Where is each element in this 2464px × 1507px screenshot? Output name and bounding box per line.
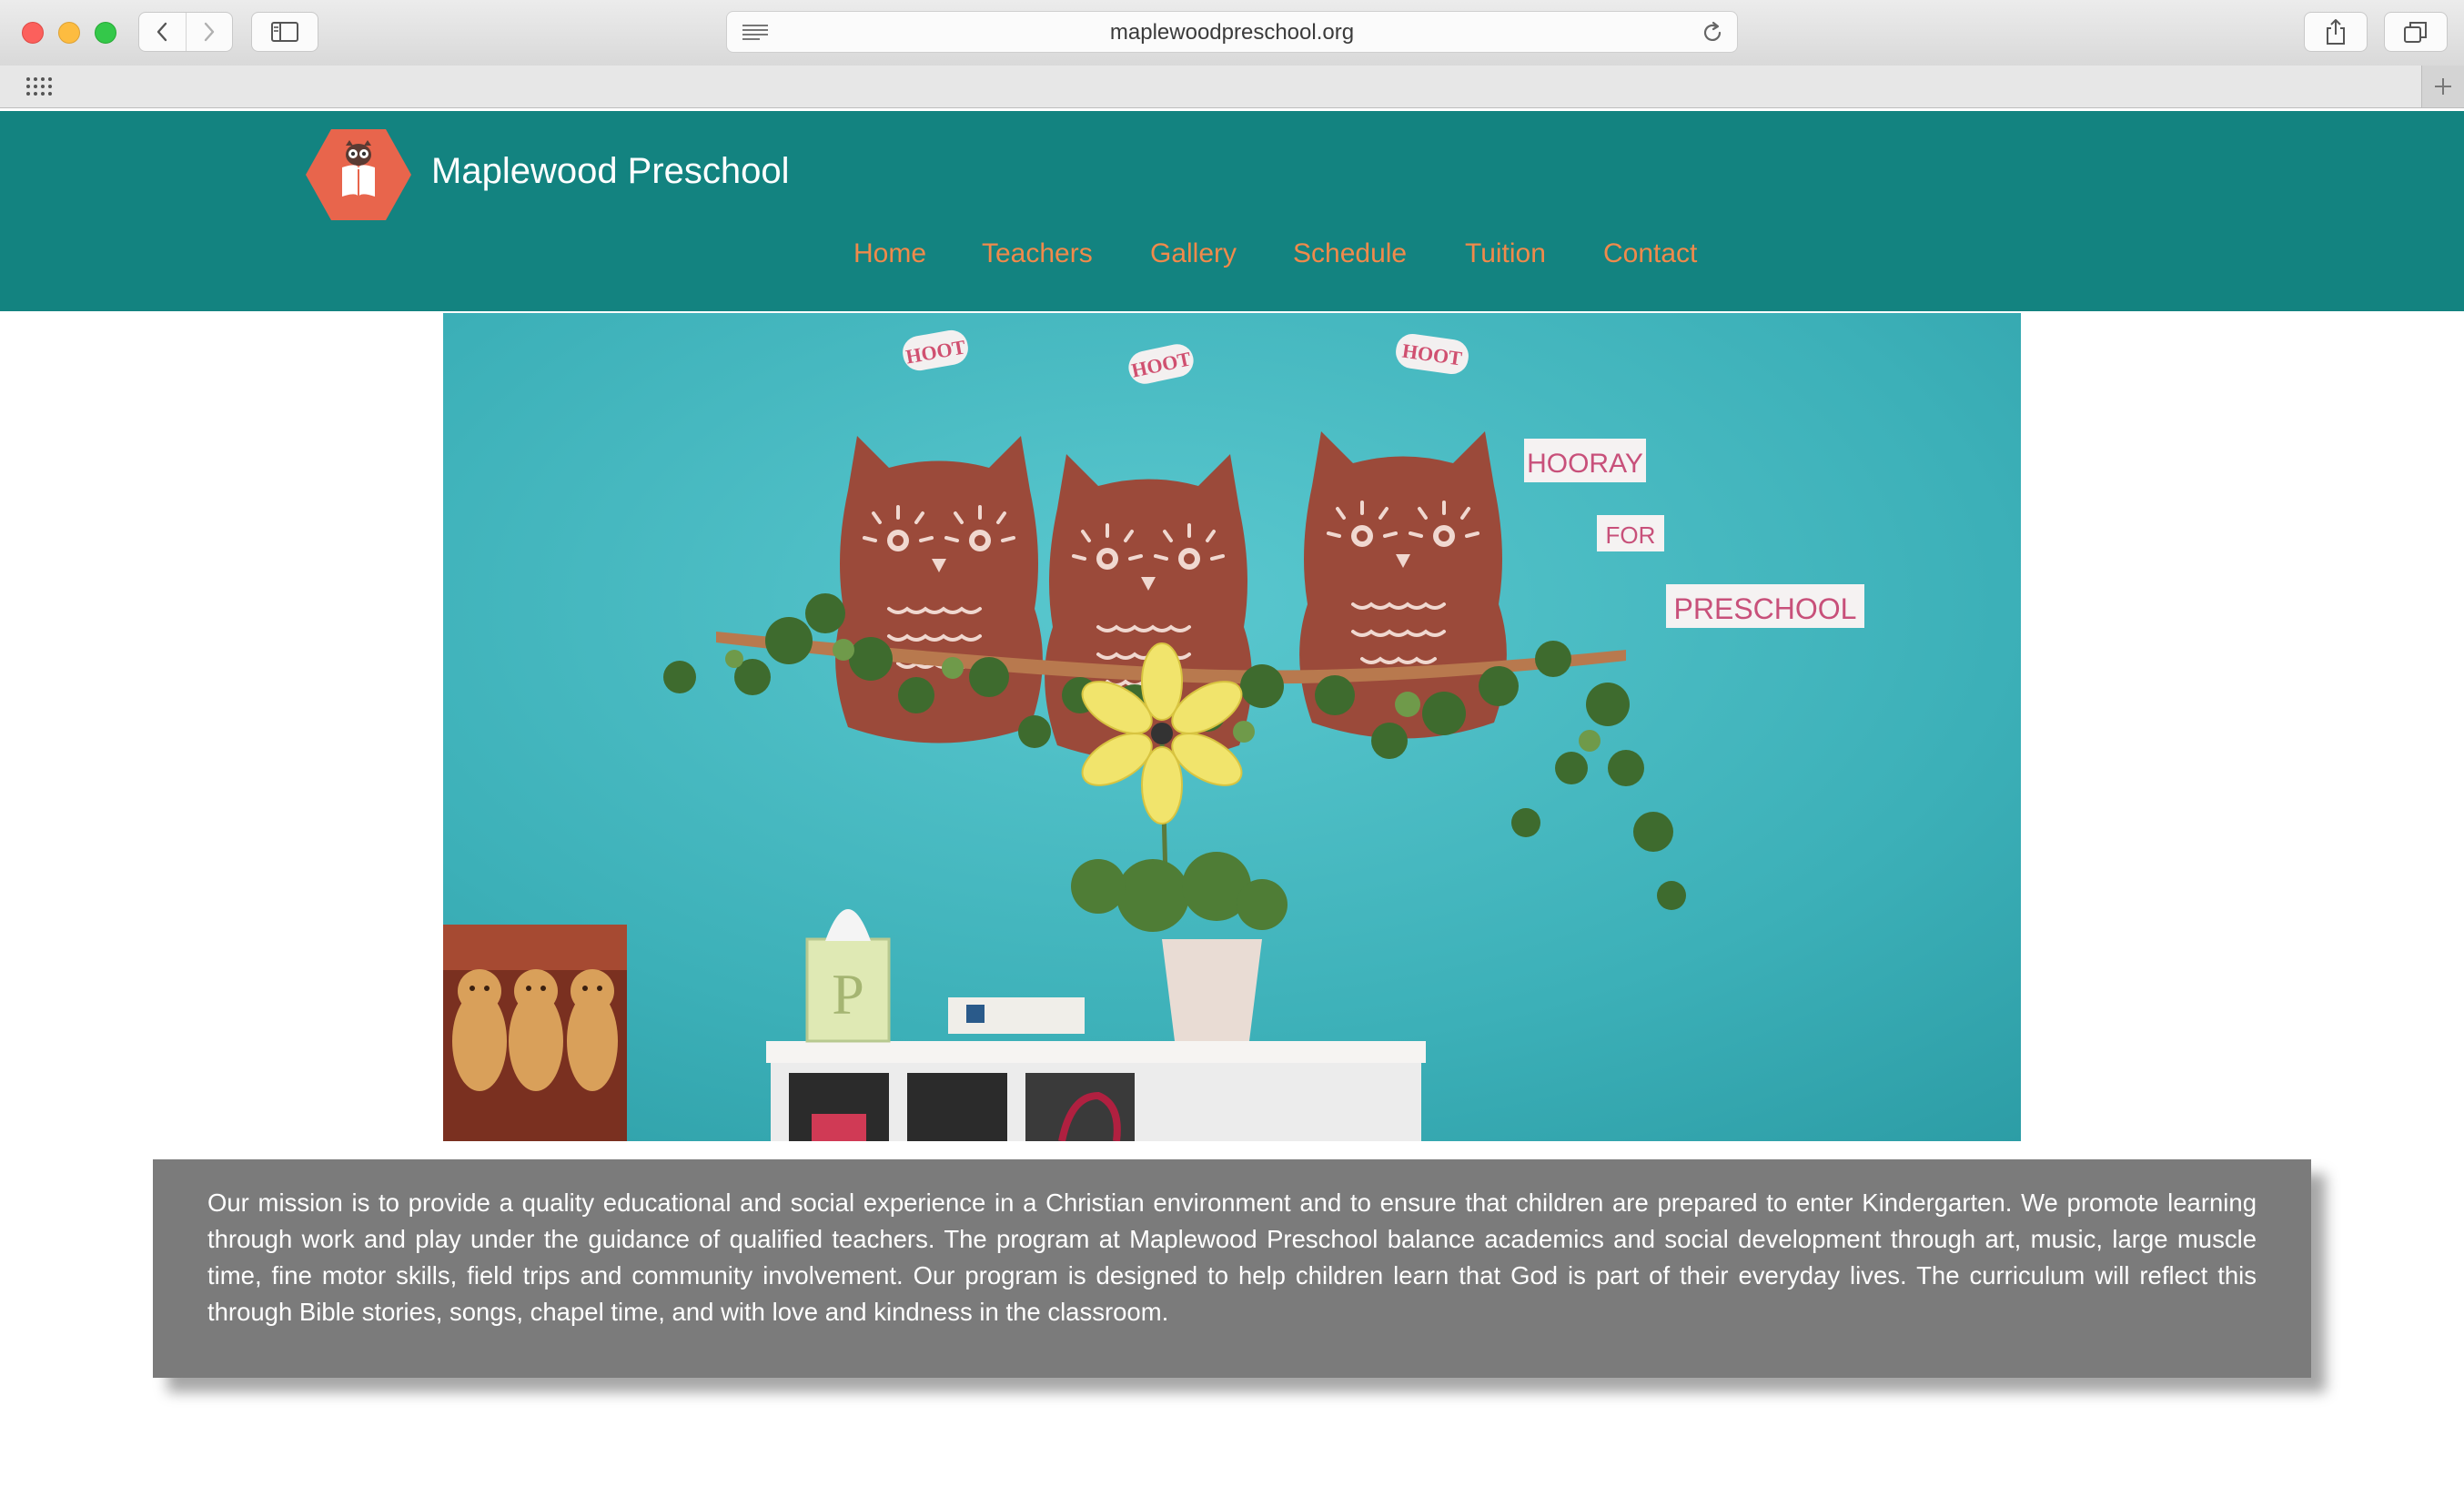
nav-contact[interactable]: Contact [1603,235,1697,273]
plus-icon [2435,78,2451,95]
zoom-window-button[interactable] [95,22,116,44]
block-letter: P [832,962,864,1027]
mission-text: Our mission is to provide a quality educ… [207,1188,2257,1326]
nav-gallery[interactable]: Gallery [1150,235,1237,273]
shelf [766,1041,1426,1063]
sidebar-icon [271,22,298,42]
sidebar-button[interactable] [251,12,318,52]
sign-word: HOORAY [1527,449,1643,479]
close-window-button[interactable] [22,22,44,44]
sign-word: PRESCHOOL [1674,592,1857,625]
forward-button[interactable] [185,13,233,51]
browser-toolbar: maplewoodpreschool.org [0,0,2464,66]
nav-teachers[interactable]: Teachers [982,235,1093,273]
hero-photo: HOOT HOOT HOOT HOORAY FOR PRESCHOOL P [443,313,2021,1141]
tabs-icon [2404,22,2427,43]
favorites-bar [0,66,2464,108]
nav-schedule[interactable]: Schedule [1293,235,1407,273]
owl-cutout [833,434,1045,745]
sign-word: FOR [1606,521,1656,549]
share-button[interactable] [2304,12,2368,52]
reload-icon[interactable] [1701,21,1724,45]
main-nav: Home Teachers Gallery Schedule Tuition C… [0,235,2464,273]
chevron-left-icon [157,22,167,42]
nav-tuition[interactable]: Tuition [1465,235,1546,273]
address-bar[interactable]: maplewoodpreschool.org [726,11,1738,53]
site-title[interactable]: Maplewood Preschool [431,146,790,197]
back-button[interactable] [139,13,186,51]
flower-pot [1162,939,1262,1048]
owl-logo-icon[interactable] [304,127,413,222]
mission-statement: Our mission is to provide a quality educ… [153,1159,2311,1378]
minimize-window-button[interactable] [58,22,80,44]
history-nav [138,12,233,52]
chevron-right-icon [204,22,214,42]
url-text: maplewoodpreschool.org [1109,20,1355,45]
share-icon [2327,19,2345,45]
new-tab-button[interactable] [2421,66,2464,107]
grid-icon[interactable] [25,76,53,96]
tabs-button[interactable] [2384,12,2448,52]
nav-home[interactable]: Home [853,235,926,273]
